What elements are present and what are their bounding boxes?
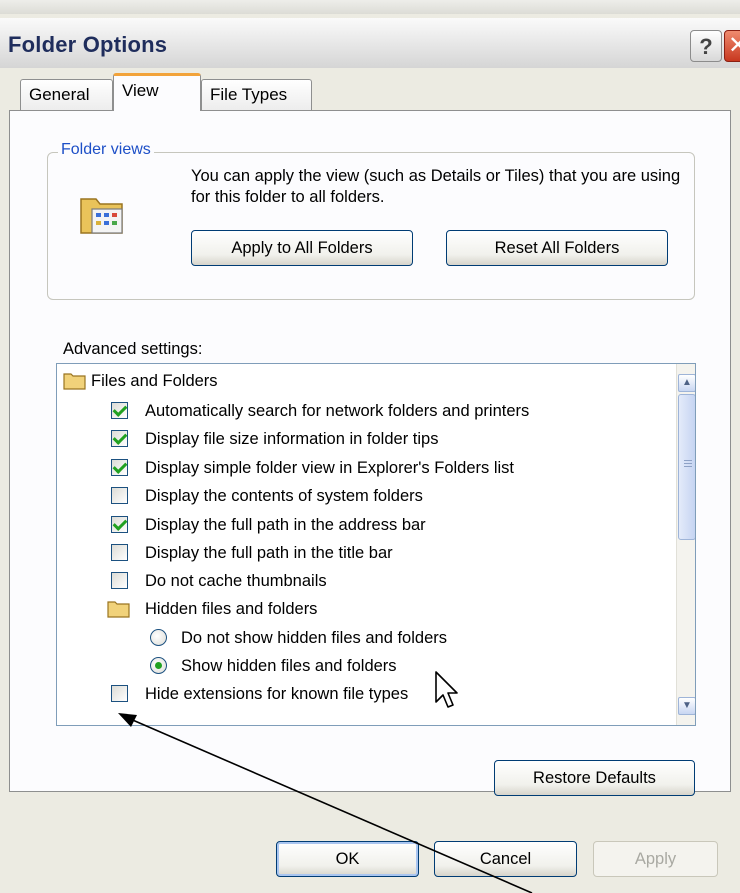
title-bar[interactable]: Folder Options ? ✕ xyxy=(0,18,740,68)
scroll-down-arrow-icon: ▼ xyxy=(682,700,692,711)
checkbox[interactable] xyxy=(111,544,128,561)
list-item-label: Display simple folder view in Explorer's… xyxy=(145,459,515,477)
list-item-label: Automatically search for network folders… xyxy=(145,402,530,420)
scroll-up-button[interactable]: ▲ xyxy=(678,374,695,392)
reset-all-folders-button[interactable]: Reset All Folders xyxy=(446,230,668,266)
list-item-checkbox[interactable]: Display the full path in the address bar xyxy=(57,512,667,538)
list-item-label: Display file size information in folder … xyxy=(145,430,439,448)
tab-view[interactable]: View xyxy=(113,73,201,111)
vertical-scrollbar[interactable]: ▲ ▼ xyxy=(676,364,695,725)
list-item-label: Show hidden files and folders xyxy=(181,657,397,675)
list-item-checkbox[interactable]: Automatically search for network folders… xyxy=(57,398,667,424)
background-window-strip xyxy=(0,0,740,15)
mouse-pointer-icon xyxy=(435,671,458,708)
advanced-settings-label: Advanced settings: xyxy=(63,340,203,358)
list-item-checkbox[interactable]: Do not cache thumbnails xyxy=(57,568,667,594)
checkbox[interactable] xyxy=(111,685,128,702)
list-item-hidden-files-and-folders[interactable]: Hidden files and folders xyxy=(57,596,667,622)
list-item-label: Files and Folders xyxy=(91,372,218,390)
checkbox[interactable] xyxy=(111,459,128,476)
grip-line xyxy=(684,460,692,461)
radio-button[interactable] xyxy=(150,657,167,674)
checkbox[interactable] xyxy=(111,430,128,447)
folder-views-group: Folder views You can apply the view (suc… xyxy=(47,141,695,300)
help-button[interactable]: ? xyxy=(690,30,722,62)
tab-view-label: View xyxy=(122,81,159,100)
close-icon: ✕ xyxy=(728,32,740,60)
list-item-label: Display the contents of system folders xyxy=(145,487,423,505)
list-item-label: Do not cache thumbnails xyxy=(145,572,327,590)
list-item-files-and-folders[interactable]: Files and Folders xyxy=(57,368,667,394)
ok-button[interactable]: OK xyxy=(276,841,419,877)
folder-views-description: You can apply the view (such as Details … xyxy=(191,167,681,206)
list-item-label: Hidden files and folders xyxy=(145,600,318,618)
help-icon: ? xyxy=(699,34,713,59)
list-item-checkbox[interactable]: Display file size information in folder … xyxy=(57,426,667,452)
checkbox[interactable] xyxy=(111,572,128,589)
checkbox[interactable] xyxy=(111,516,128,533)
window-title: Folder Options xyxy=(8,32,168,57)
restore-defaults-button[interactable]: Restore Defaults xyxy=(494,760,695,796)
grip-line xyxy=(684,466,692,467)
scroll-down-button[interactable]: ▼ xyxy=(678,697,695,715)
folder-views-icon xyxy=(80,198,123,234)
cancel-button[interactable]: Cancel xyxy=(434,841,577,877)
list-item-checkbox[interactable]: Display the contents of system folders xyxy=(57,483,667,509)
list-item-label: Do not show hidden files and folders xyxy=(181,629,447,647)
folder-views-label: Folder views xyxy=(58,141,154,159)
list-item-checkbox[interactable]: Display the full path in the title bar xyxy=(57,540,667,566)
radio-button[interactable] xyxy=(150,629,167,646)
list-item-label: Hide extensions for known file types xyxy=(145,685,409,703)
list-item-radio[interactable]: Do not show hidden files and folders xyxy=(57,625,667,651)
tab-file-types[interactable]: File Types xyxy=(201,79,312,111)
list-item-checkbox[interactable]: Hide extensions for known file types xyxy=(57,681,667,707)
tab-file-types-label: File Types xyxy=(210,85,288,104)
checkbox[interactable] xyxy=(111,402,128,419)
advanced-settings-list[interactable]: Files and Folders Automatically search f… xyxy=(56,363,696,726)
list-item-checkbox[interactable]: Display simple folder view in Explorer's… xyxy=(57,455,667,481)
tab-general[interactable]: General xyxy=(20,79,113,111)
scrollbar-thumb[interactable] xyxy=(678,394,695,540)
list-item-radio[interactable]: Show hidden files and folders xyxy=(57,653,667,679)
tab-general-label: General xyxy=(29,85,90,104)
apply-button[interactable]: Apply xyxy=(593,841,718,877)
list-item-label: Display the full path in the title bar xyxy=(145,544,393,562)
scroll-up-arrow-icon: ▲ xyxy=(682,377,692,388)
close-button[interactable]: ✕ xyxy=(724,30,740,62)
folder-icon xyxy=(63,373,86,390)
grip-line xyxy=(684,463,692,464)
apply-to-all-folders-button[interactable]: Apply to All Folders xyxy=(191,230,413,266)
list-item-label: Display the full path in the address bar xyxy=(145,516,426,534)
folder-icon xyxy=(107,601,130,618)
checkbox[interactable] xyxy=(111,487,128,504)
